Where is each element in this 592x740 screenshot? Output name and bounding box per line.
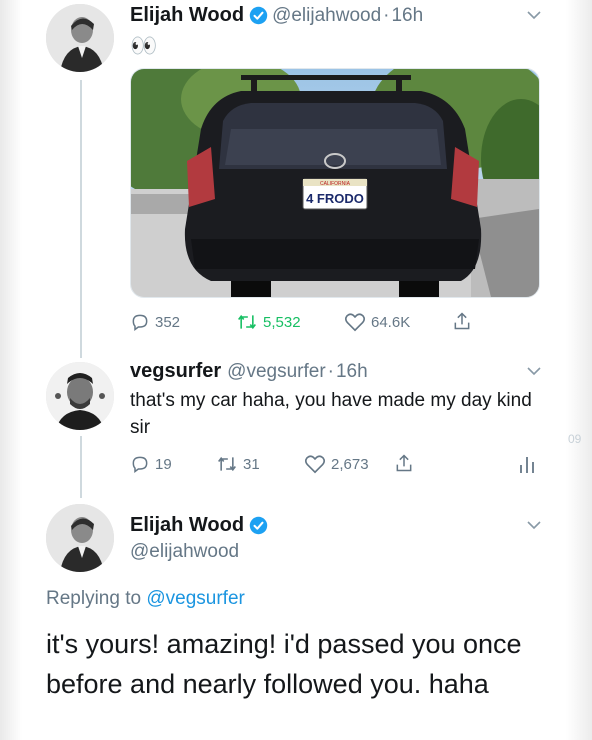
reply-count: 19 — [155, 455, 172, 473]
like-count: 2,673 — [331, 455, 369, 473]
plate-state: CALIFORNIA — [320, 181, 351, 187]
author-name[interactable]: Elijah Wood — [130, 4, 244, 27]
avatar[interactable] — [46, 362, 114, 430]
tweet-text: that's my car haha, you have made my day… — [130, 390, 532, 438]
retweet-button[interactable]: 5,532 — [236, 312, 301, 332]
chevron-down-icon[interactable] — [526, 10, 542, 20]
author-name[interactable]: Elijah Wood — [130, 514, 244, 537]
timestamp[interactable]: 16h — [391, 5, 423, 27]
avatar-photo-icon — [46, 4, 114, 72]
author-name[interactable]: vegsurfer — [130, 360, 221, 383]
share-icon — [396, 454, 412, 472]
analytics-button[interactable] — [518, 454, 541, 474]
thread-line — [80, 436, 82, 498]
tweet-text: 👀 — [130, 33, 158, 58]
handle-row: @elijahwood — [130, 541, 239, 563]
retweet-count: 31 — [243, 455, 260, 473]
replying-handle-link[interactable]: @vegsurfer — [146, 588, 245, 609]
avatar[interactable] — [46, 504, 114, 572]
analytics-icon — [520, 457, 534, 473]
left-edge-shadow — [0, 0, 22, 740]
share-button[interactable] — [452, 310, 477, 332]
right-edge-shadow — [566, 0, 592, 740]
tweet-text: it's yours! amazing! i'd passed you once… — [46, 629, 522, 699]
reply-icon — [132, 456, 148, 473]
retweet-icon — [238, 314, 256, 330]
replying-to: Replying to @vegsurfer — [46, 588, 245, 610]
retweet-icon — [218, 456, 236, 472]
chevron-down-icon[interactable] — [526, 366, 542, 376]
heart-icon — [344, 313, 366, 332]
like-button[interactable]: 2,673 — [304, 454, 369, 474]
author-handle[interactable]: @vegsurfer — [227, 361, 326, 383]
tweet-actions: 19 31 2,673 — [130, 450, 550, 478]
avatar-photo-icon — [46, 504, 114, 572]
share-icon — [454, 312, 470, 330]
dot-separator: · — [327, 360, 334, 382]
retweet-count: 5,532 — [263, 313, 301, 331]
reply-count: 352 — [155, 313, 181, 331]
tweet-header: vegsurfer @vegsurfer · 16h — [130, 360, 368, 383]
heart-icon — [304, 455, 326, 474]
author-handle[interactable]: @elijahwood — [130, 541, 239, 563]
tweet-header: Elijah Wood @elijahwood · 16h — [130, 4, 423, 27]
edge-text: 09 — [568, 432, 582, 446]
dot-separator: · — [383, 4, 390, 26]
verified-badge-icon — [249, 6, 268, 25]
like-count: 64.6K — [371, 313, 411, 331]
car-photo-icon: CALIFORNIA 4 FRODO — [131, 69, 539, 297]
thread-line — [80, 80, 82, 358]
avatar-photo-icon — [46, 362, 114, 430]
chevron-down-icon[interactable] — [526, 520, 542, 530]
like-button[interactable]: 64.6K — [344, 312, 410, 332]
timestamp[interactable]: 16h — [336, 361, 368, 383]
tweet-header: Elijah Wood — [130, 514, 268, 537]
reply-button[interactable]: 19 — [130, 454, 172, 474]
tweet-media-photo[interactable]: CALIFORNIA 4 FRODO — [130, 68, 540, 298]
share-button[interactable] — [394, 452, 419, 474]
verified-badge-icon — [249, 516, 268, 535]
reply-button[interactable]: 352 — [130, 312, 180, 332]
avatar[interactable] — [46, 4, 114, 72]
reply-icon — [132, 314, 148, 331]
replying-label: Replying to — [46, 588, 142, 609]
retweet-button[interactable]: 31 — [216, 454, 260, 474]
tweet-actions: 352 5,532 64.6K — [130, 308, 550, 336]
author-handle[interactable]: @elijahwood — [272, 5, 381, 27]
plate-text: 4 FRODO — [306, 191, 364, 206]
